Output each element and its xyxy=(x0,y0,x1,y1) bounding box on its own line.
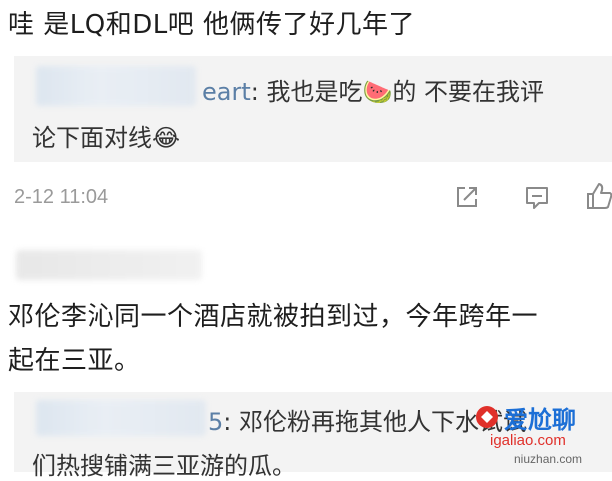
watermark-sub: niuzhan.com xyxy=(514,452,583,466)
quoted-comment[interactable]: eart: 我也是吃🍉的 不要在我评 论下面对线😂 xyxy=(14,56,612,162)
quoted-comment-line: 论下面对线😂 xyxy=(32,124,181,152)
blurred-username xyxy=(36,400,206,436)
quoted-username-tail: 5 xyxy=(208,408,224,436)
like-icon[interactable] xyxy=(584,180,612,210)
comment-icon[interactable] xyxy=(522,182,552,212)
watermark-brand: 爱尬聊 xyxy=(504,407,576,434)
timestamp: 2-12 11:04 xyxy=(14,186,109,208)
comment-text: 起在三亚。 xyxy=(8,346,141,376)
quoted-comment-line: 们热搜铺满三亚游的瓜。 xyxy=(32,452,296,480)
share-icon[interactable] xyxy=(452,182,482,212)
watermark-url: igaliao.com xyxy=(490,432,566,449)
watermark: 爱尬聊 igaliao.com niuzhan.com xyxy=(474,400,612,472)
comment-text: 哇 是LQ和DL吧 他俩传了好几年了 xyxy=(8,10,415,40)
quoted-username-tail: eart xyxy=(202,78,251,106)
watermark-logo-icon xyxy=(474,404,500,430)
comment-text: 邓伦李沁同一个酒店就被拍到过，今年跨年一 xyxy=(8,302,539,332)
blurred-username xyxy=(36,66,196,106)
laughing-emoji: 😂 xyxy=(152,124,181,152)
watermelon-emoji: 🍉 xyxy=(362,78,393,106)
blurred-username xyxy=(16,250,202,280)
quoted-comment-line: eart: 我也是吃🍉的 不要在我评 xyxy=(202,78,544,106)
